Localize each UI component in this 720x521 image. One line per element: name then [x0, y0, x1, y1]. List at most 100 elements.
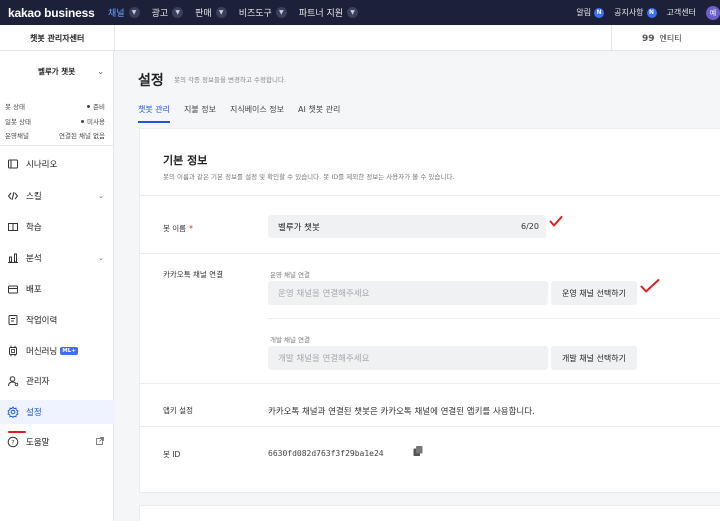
- sidebar-item-history[interactable]: 작업이력: [0, 308, 114, 332]
- chevron-down-icon: ▼: [275, 7, 287, 18]
- divider: [140, 383, 720, 384]
- scenario-icon: [7, 158, 19, 170]
- deploy-icon: [7, 283, 19, 295]
- chevron-down-icon: ▼: [215, 7, 227, 18]
- alerts-link[interactable]: 알림 N: [576, 7, 605, 18]
- select-op-channel-button[interactable]: 운영 채널 선택하기: [551, 281, 637, 305]
- bot-name-value: 벨루가 챗봇: [278, 222, 320, 233]
- tab-knowledge-base-info[interactable]: 지식베이스 정보: [230, 104, 284, 123]
- ml-plus-badge: ML+: [60, 347, 78, 355]
- top-menu-label: 광고: [151, 9, 169, 19]
- ml-icon: [7, 345, 19, 357]
- sidebar-item-help[interactable]: ? 도움말: [0, 430, 114, 454]
- entity-button[interactable]: 99 엔티티: [642, 33, 682, 44]
- support-label: 고객센터: [666, 8, 696, 17]
- sidebar-item-admin[interactable]: 관리자: [0, 369, 114, 393]
- chart-icon: [7, 252, 19, 264]
- status-label: 일봇 상태: [5, 118, 31, 126]
- sidebar: 벨루가 챗봇 ⌄ 봇 상태 준비 일봇 상태 미사용 운영채널 연결된 채널 없…: [0, 51, 114, 521]
- tab-ai-chatbot-management[interactable]: AI 챗봇 관리: [298, 104, 340, 123]
- top-menu-channel[interactable]: 채널 ▼: [108, 6, 140, 19]
- bot-name-label-text: 봇 이름: [163, 224, 187, 233]
- status-dot-icon: [81, 119, 85, 123]
- divider: [611, 25, 612, 51]
- op-channel-placeholder: 운영 채널을 연결해주세요: [278, 289, 370, 299]
- top-menu-ad[interactable]: 광고 ▼: [152, 6, 184, 19]
- sidebar-item-label: 작업이력: [26, 316, 58, 326]
- sidebar-item-label: 학습: [26, 223, 42, 233]
- code-icon: [7, 190, 19, 202]
- sidebar-item-label: 도움말: [26, 438, 50, 448]
- op-channel-input[interactable]: 운영 채널을 연결해주세요: [268, 281, 548, 305]
- bot-id-value: 6630fd082d763f3f29ba1e24: [268, 449, 384, 458]
- bot-name: 벨루가 챗봇: [38, 66, 76, 76]
- sidebar-item-label: 머신러닝: [26, 347, 58, 357]
- page-description: 봇의 각종 정보들을 변경하고 수정합니다.: [174, 76, 286, 84]
- top-menu: 채널 ▼ 광고 ▼ 판매 ▼ 비즈도구 ▼ 파트너 지원 ▼: [108, 6, 370, 19]
- operating-channel-row: 운영채널 연결된 채널 없음: [5, 130, 105, 140]
- sidebar-item-deploy[interactable]: 배포: [0, 277, 114, 301]
- entity-label: 엔티티: [659, 34, 682, 43]
- app-key-description: 카카오톡 채널과 연결된 챗봇은 카카오톡 채널에 연결된 앱키를 사용합니다.: [268, 407, 535, 417]
- il-bot-status-row: 일봇 상태 미사용: [5, 116, 105, 126]
- history-icon: [7, 314, 19, 326]
- main-content: 설정 봇의 각종 정보들을 변경하고 수정합니다. 챗봇 관리 지불 정보 지식…: [115, 52, 720, 521]
- user-avatar[interactable]: 예: [706, 5, 720, 20]
- sidebar-item-scenario[interactable]: 시나리오: [0, 152, 114, 176]
- admin-center-title: 챗봇 관리자센터: [30, 34, 85, 43]
- op-channel-label: 운영 채널 연결: [270, 271, 311, 279]
- app-key-label: 앱키 설정: [163, 406, 193, 415]
- support-link[interactable]: 고객센터: [667, 7, 696, 18]
- sub-header: 챗봇 관리자센터 99 엔티티: [0, 25, 720, 51]
- help-icon: ?: [7, 436, 19, 448]
- quote-icon: 99: [642, 33, 655, 44]
- notices-link[interactable]: 공지사항 N: [614, 7, 657, 18]
- settings-tabs: 챗봇 관리 지불 정보 지식베이스 정보 AI 챗봇 관리: [138, 104, 354, 123]
- tab-chatbot-management[interactable]: 챗봇 관리: [138, 104, 170, 123]
- sidebar-item-settings[interactable]: 설정: [0, 400, 114, 424]
- select-dev-channel-button[interactable]: 개발 채널 선택하기: [551, 346, 637, 370]
- chevron-down-icon: ⌄: [98, 254, 104, 262]
- annotation-underline: [8, 431, 26, 433]
- tab-payment-info[interactable]: 지불 정보: [184, 104, 216, 123]
- sidebar-item-label: 스킬: [26, 192, 42, 202]
- top-menu-label: 비즈도구: [238, 9, 272, 19]
- top-menu-partner[interactable]: 파트너 지원 ▼: [299, 6, 359, 19]
- sidebar-item-label: 관리자: [26, 377, 50, 387]
- new-badge: N: [646, 7, 657, 18]
- kakao-channel-label: 카카오톡 채널 연결: [163, 270, 223, 279]
- gear-icon: [7, 406, 19, 418]
- top-right-utilities: 알림 N 공지사항 N 고객센터 예: [566, 5, 720, 20]
- bot-id-label: 봇 ID: [163, 450, 181, 459]
- chevron-down-icon: ▼: [128, 7, 140, 18]
- sidebar-item-label: 시나리오: [26, 160, 58, 170]
- bot-selector[interactable]: 벨루가 챗봇 ⌄: [0, 51, 114, 91]
- copy-icon[interactable]: [412, 445, 424, 457]
- divider: [114, 25, 115, 51]
- sidebar-item-learning[interactable]: 학습: [0, 215, 114, 239]
- kakao-business-logo[interactable]: kakao business: [8, 6, 108, 20]
- dev-channel-label: 개발 채널 연결: [270, 336, 311, 344]
- chevron-down-icon: ⌄: [98, 192, 104, 200]
- check-annotation-icon: [549, 216, 563, 227]
- top-menu-label: 판매: [195, 9, 212, 19]
- status-label: 운영채널: [5, 132, 29, 140]
- notices-label: 공지사항: [614, 8, 644, 17]
- dev-channel-input[interactable]: 개발 채널을 연결해주세요: [268, 346, 548, 370]
- divider: [0, 145, 114, 146]
- top-menu-biztools[interactable]: 비즈도구 ▼: [239, 6, 287, 19]
- admin-icon: [7, 375, 19, 387]
- top-menu-label: 채널: [108, 9, 125, 19]
- alerts-label: 알림: [576, 8, 592, 17]
- bot-name-input[interactable]: 벨루가 챗봇: [268, 215, 546, 238]
- bot-status-row: 봇 상태 준비: [5, 101, 105, 111]
- sidebar-item-label: 분석: [26, 254, 42, 264]
- sidebar-item-machine-learning[interactable]: 머신러닝 ML+: [0, 339, 114, 363]
- top-menu-sales[interactable]: 판매 ▼: [195, 6, 227, 19]
- sidebar-item-skill[interactable]: 스킬 ⌄: [0, 184, 114, 208]
- status-value: 준비: [93, 103, 105, 111]
- check-annotation-icon: [640, 279, 660, 293]
- sidebar-item-analysis[interactable]: 분석 ⌄: [0, 246, 114, 270]
- new-badge: N: [594, 7, 605, 18]
- status-dot-icon: [87, 104, 91, 108]
